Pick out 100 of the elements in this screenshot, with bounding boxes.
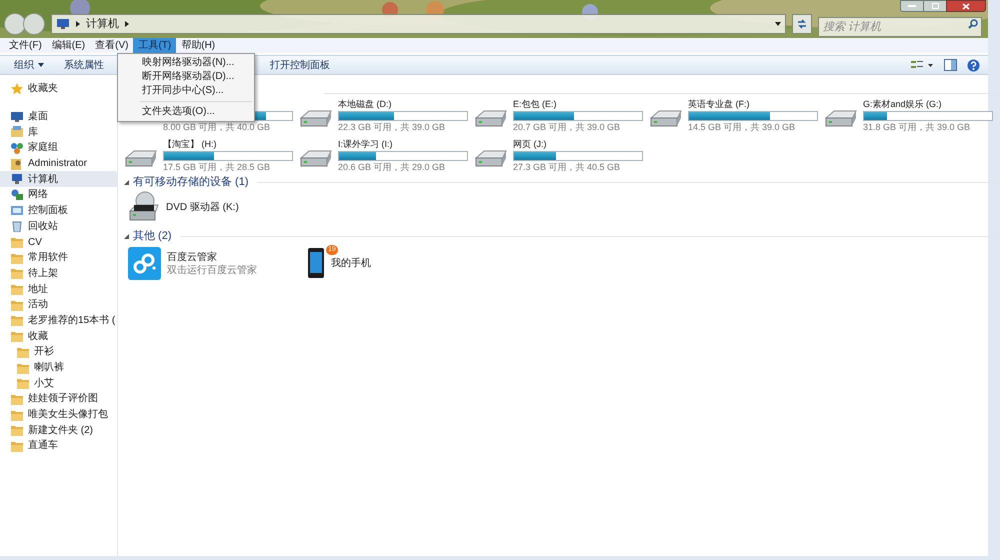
drive-name[interactable]: 网页 (J:)	[513, 139, 643, 150]
sidebar-item[interactable]: 收藏	[0, 328, 117, 344]
sidebar-item[interactable]: 小艾	[0, 375, 117, 392]
recycle-bin-icon	[11, 220, 23, 232]
folder-icon	[11, 298, 23, 311]
sidebar-item[interactable]: 活动	[0, 296, 117, 313]
drive-name[interactable]: E:包包 (E:)	[513, 99, 643, 110]
folder-icon	[11, 314, 23, 326]
sidebar-item[interactable]: 计算机	[0, 171, 117, 188]
chevron-icon	[76, 21, 80, 27]
sidebar-item[interactable]: 待上架	[0, 266, 117, 282]
sidebar-item[interactable]: 开衫	[0, 344, 117, 360]
folder-icon	[17, 362, 29, 374]
sidebar-item[interactable]: 常用软件	[0, 250, 117, 266]
menu-item[interactable]: 映射网络驱动器(N)...	[118, 56, 254, 70]
drive-info: 20.6 GB 可用，共 29.0 GB	[338, 162, 446, 173]
group-header[interactable]: 其他 (2)	[133, 228, 172, 244]
folder-icon	[11, 424, 23, 436]
folder-icon	[17, 346, 29, 358]
dropdown-icon[interactable]	[775, 22, 781, 26]
dropdown-icon	[38, 63, 44, 67]
drive-name[interactable]: 本地磁盘 (D:)	[338, 99, 468, 110]
folder-icon	[11, 330, 23, 342]
drive-name[interactable]: I:课外学习 (I:)	[338, 139, 468, 150]
sidebar-item[interactable]: 直通车	[0, 438, 117, 454]
group-header[interactable]: 有可移动存储的设备 (1)	[133, 174, 248, 190]
address-field[interactable]: 计算机	[51, 14, 786, 34]
sidebar-item[interactable]: 娃娃领子评价图	[0, 391, 117, 407]
sidebar-item[interactable]: 家庭组	[0, 140, 117, 156]
drive-info: 22.3 GB 可用，共 39.0 GB	[338, 122, 446, 133]
toolbar-button[interactable]: 系统属性	[64, 58, 104, 72]
hard-drive-icon	[474, 109, 508, 129]
close-button[interactable]	[946, 0, 986, 12]
menu-item[interactable]: 帮助(H)	[176, 38, 220, 53]
sidebar-item[interactable]: 地址	[0, 281, 117, 297]
menu-item[interactable]: 文件(F)	[4, 38, 47, 53]
sidebar-item[interactable]: 回收站	[0, 218, 117, 234]
menu-item[interactable]: 编辑(E)	[46, 38, 90, 53]
drive-info: 14.5 GB 可用，共 39.0 GB	[688, 122, 796, 133]
app-name[interactable]: 我的手机	[331, 257, 371, 270]
sidebar-item[interactable]: 库	[0, 124, 117, 140]
hard-drive-icon	[649, 109, 683, 129]
network-icon	[11, 188, 23, 201]
library-icon	[11, 126, 23, 138]
app-description: 双击运行百度云管家	[167, 264, 257, 276]
sidebar-item[interactable]: 喇叭裤	[0, 360, 117, 376]
sidebar-item[interactable]: 网络	[0, 187, 117, 203]
folder-icon	[11, 236, 23, 248]
organize-button[interactable]: 组织	[14, 58, 34, 72]
toolbar-button[interactable]: 打开控制面板	[270, 58, 330, 72]
sidebar-item[interactable]: 桌面	[0, 108, 117, 124]
sidebar-item[interactable]: 老罗推荐的15本书 (	[0, 312, 117, 328]
dvd-drive-icon	[128, 191, 160, 223]
sidebar-item[interactable]: 唯美女生头像打包	[0, 406, 117, 422]
menu-item[interactable]: 工具(T)	[133, 38, 176, 53]
folder-icon	[11, 440, 23, 452]
preview-pane-icon[interactable]	[944, 59, 957, 71]
drive-info: 27.3 GB 可用，共 40.5 GB	[513, 162, 622, 173]
sidebar-item[interactable]: Administrator	[0, 156, 117, 172]
collapse-icon[interactable]	[124, 180, 129, 184]
phone-icon[interactable]	[308, 248, 325, 279]
drive-name[interactable]: DVD 驱动器 (K:)	[166, 200, 239, 214]
computer-icon	[56, 18, 70, 30]
drive-info: 17.5 GB 可用，共 28.5 GB	[163, 162, 272, 173]
close-icon	[962, 2, 970, 10]
folder-icon	[11, 267, 23, 280]
star-icon	[11, 82, 23, 95]
view-options-icon[interactable]	[910, 59, 934, 71]
hard-drive-icon	[124, 149, 158, 169]
sidebar-item[interactable]: 收藏夹	[0, 81, 117, 97]
menu-item[interactable]: 查看(V)	[90, 38, 134, 53]
homegroup-icon	[11, 142, 23, 154]
collapse-icon[interactable]	[124, 234, 129, 238]
menu-item[interactable]: 打开同步中心(S)...	[118, 84, 254, 98]
sidebar-item[interactable]: 新建文件夹 (2)	[0, 422, 117, 438]
sidebar-item[interactable]: CV	[0, 234, 117, 250]
control-panel-icon	[11, 204, 23, 217]
maximize-button[interactable]	[924, 0, 946, 12]
minimize-button[interactable]	[900, 0, 924, 12]
menu-item[interactable]: 断开网络驱动器(D)...	[118, 70, 254, 84]
hard-drive-icon	[299, 109, 333, 129]
chevron-icon[interactable]	[125, 21, 129, 27]
folder-icon	[17, 377, 29, 390]
search-icon	[968, 19, 978, 29]
hard-drive-icon	[299, 149, 333, 169]
breadcrumb[interactable]: 计算机	[86, 16, 119, 32]
folder-icon	[11, 283, 23, 296]
help-icon[interactable]	[967, 58, 980, 72]
drive-info: 31.8 GB 可用，共 39.0 GB	[863, 122, 972, 133]
drive-info: 20.7 GB 可用，共 39.0 GB	[513, 122, 622, 133]
cloud-app-icon[interactable]	[128, 247, 161, 280]
drive-name[interactable]: 英语专业盘 (F:)	[688, 99, 818, 110]
drive-info: 8.00 GB 可用，共 40.0 GB	[163, 122, 272, 133]
drive-name[interactable]: 【淘宝】 (H:)	[163, 139, 293, 150]
drive-name[interactable]: G:素材and娱乐 (G:)	[863, 99, 993, 110]
refresh-button[interactable]	[792, 14, 812, 34]
search-field[interactable]: 搜索 计算机	[818, 17, 982, 37]
sidebar-item[interactable]: 控制面板	[0, 202, 117, 218]
folder-icon	[11, 408, 23, 421]
app-name[interactable]: 百度云管家	[167, 250, 257, 264]
